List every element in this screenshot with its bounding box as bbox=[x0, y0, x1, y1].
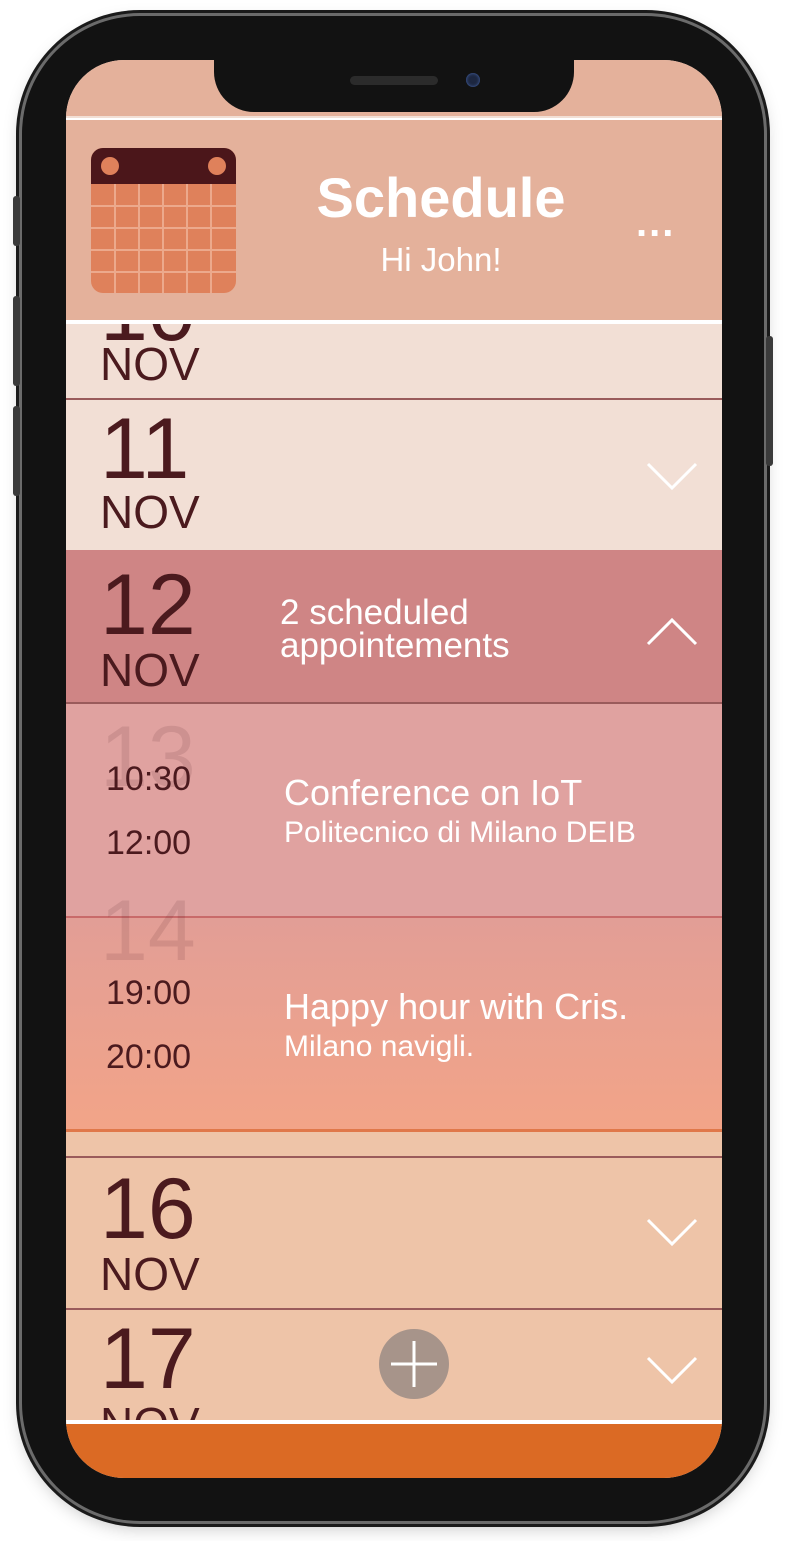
more-options-button[interactable]: ... bbox=[636, 203, 696, 243]
chevron-up-icon[interactable] bbox=[644, 614, 700, 650]
day-month: NOV bbox=[100, 644, 200, 696]
day-month: NOV bbox=[100, 338, 200, 390]
chevron-down-icon[interactable] bbox=[644, 458, 700, 494]
appointment-title: Happy hour with Cris. bbox=[284, 986, 629, 1027]
plus-icon bbox=[391, 1341, 437, 1387]
appointment-end-time: 20:00 bbox=[106, 1038, 192, 1076]
appointments-summary: 2 scheduled appointements bbox=[280, 593, 510, 665]
day-number: 11 bbox=[100, 401, 190, 497]
greeting: Hi John! bbox=[380, 241, 502, 278]
day-row-12[interactable]: 12 NOV 2 scheduled appointements bbox=[66, 550, 722, 704]
chevron-down-icon[interactable] bbox=[644, 1352, 700, 1388]
add-appointment-button[interactable] bbox=[379, 1329, 449, 1399]
appointment-location: Politecnico di Milano DEIB bbox=[284, 816, 636, 849]
mute-switch bbox=[13, 196, 20, 246]
ghost-day-number: 14 bbox=[100, 883, 196, 979]
calendar-icon[interactable] bbox=[91, 148, 236, 293]
day-number: 16 bbox=[100, 1161, 196, 1257]
day-month: NOV bbox=[100, 1400, 200, 1422]
day-row-11[interactable]: 11 NOV bbox=[66, 398, 722, 552]
summary-line: 2 scheduled bbox=[280, 593, 469, 632]
chevron-down-icon[interactable] bbox=[644, 1214, 700, 1250]
front-camera bbox=[466, 73, 480, 87]
day-number: 17 bbox=[100, 1311, 196, 1407]
notch bbox=[214, 60, 574, 112]
speaker bbox=[350, 76, 438, 85]
app-screen: Schedule Hi John! ... 10 NOV 11 NOV 12 N… bbox=[66, 60, 722, 1478]
appointment-location: Milano navigli. bbox=[284, 1030, 475, 1063]
bottom-bar bbox=[66, 1420, 722, 1478]
day-month: NOV bbox=[100, 1248, 200, 1300]
day-row-15-peek bbox=[66, 1132, 722, 1158]
power-button bbox=[766, 336, 773, 466]
app-header: Schedule Hi John! ... bbox=[66, 118, 722, 324]
appointment-card[interactable]: 14 19:00 20:00 Happy hour with Cris. Mil… bbox=[66, 888, 722, 1132]
appointment-start-time: 19:00 bbox=[106, 974, 192, 1012]
appointment-end-time: 12:00 bbox=[106, 824, 192, 862]
summary-line: appointements bbox=[280, 626, 510, 665]
volume-up-button bbox=[13, 296, 20, 386]
day-row-16[interactable]: 16 NOV bbox=[66, 1158, 722, 1310]
appointment-start-time: 10:30 bbox=[106, 760, 192, 798]
page-title: Schedule bbox=[316, 166, 566, 229]
appointment-title: Conference on IoT bbox=[284, 772, 583, 813]
volume-down-button bbox=[13, 406, 20, 496]
day-month: NOV bbox=[100, 486, 200, 538]
day-number: 12 bbox=[100, 557, 196, 653]
